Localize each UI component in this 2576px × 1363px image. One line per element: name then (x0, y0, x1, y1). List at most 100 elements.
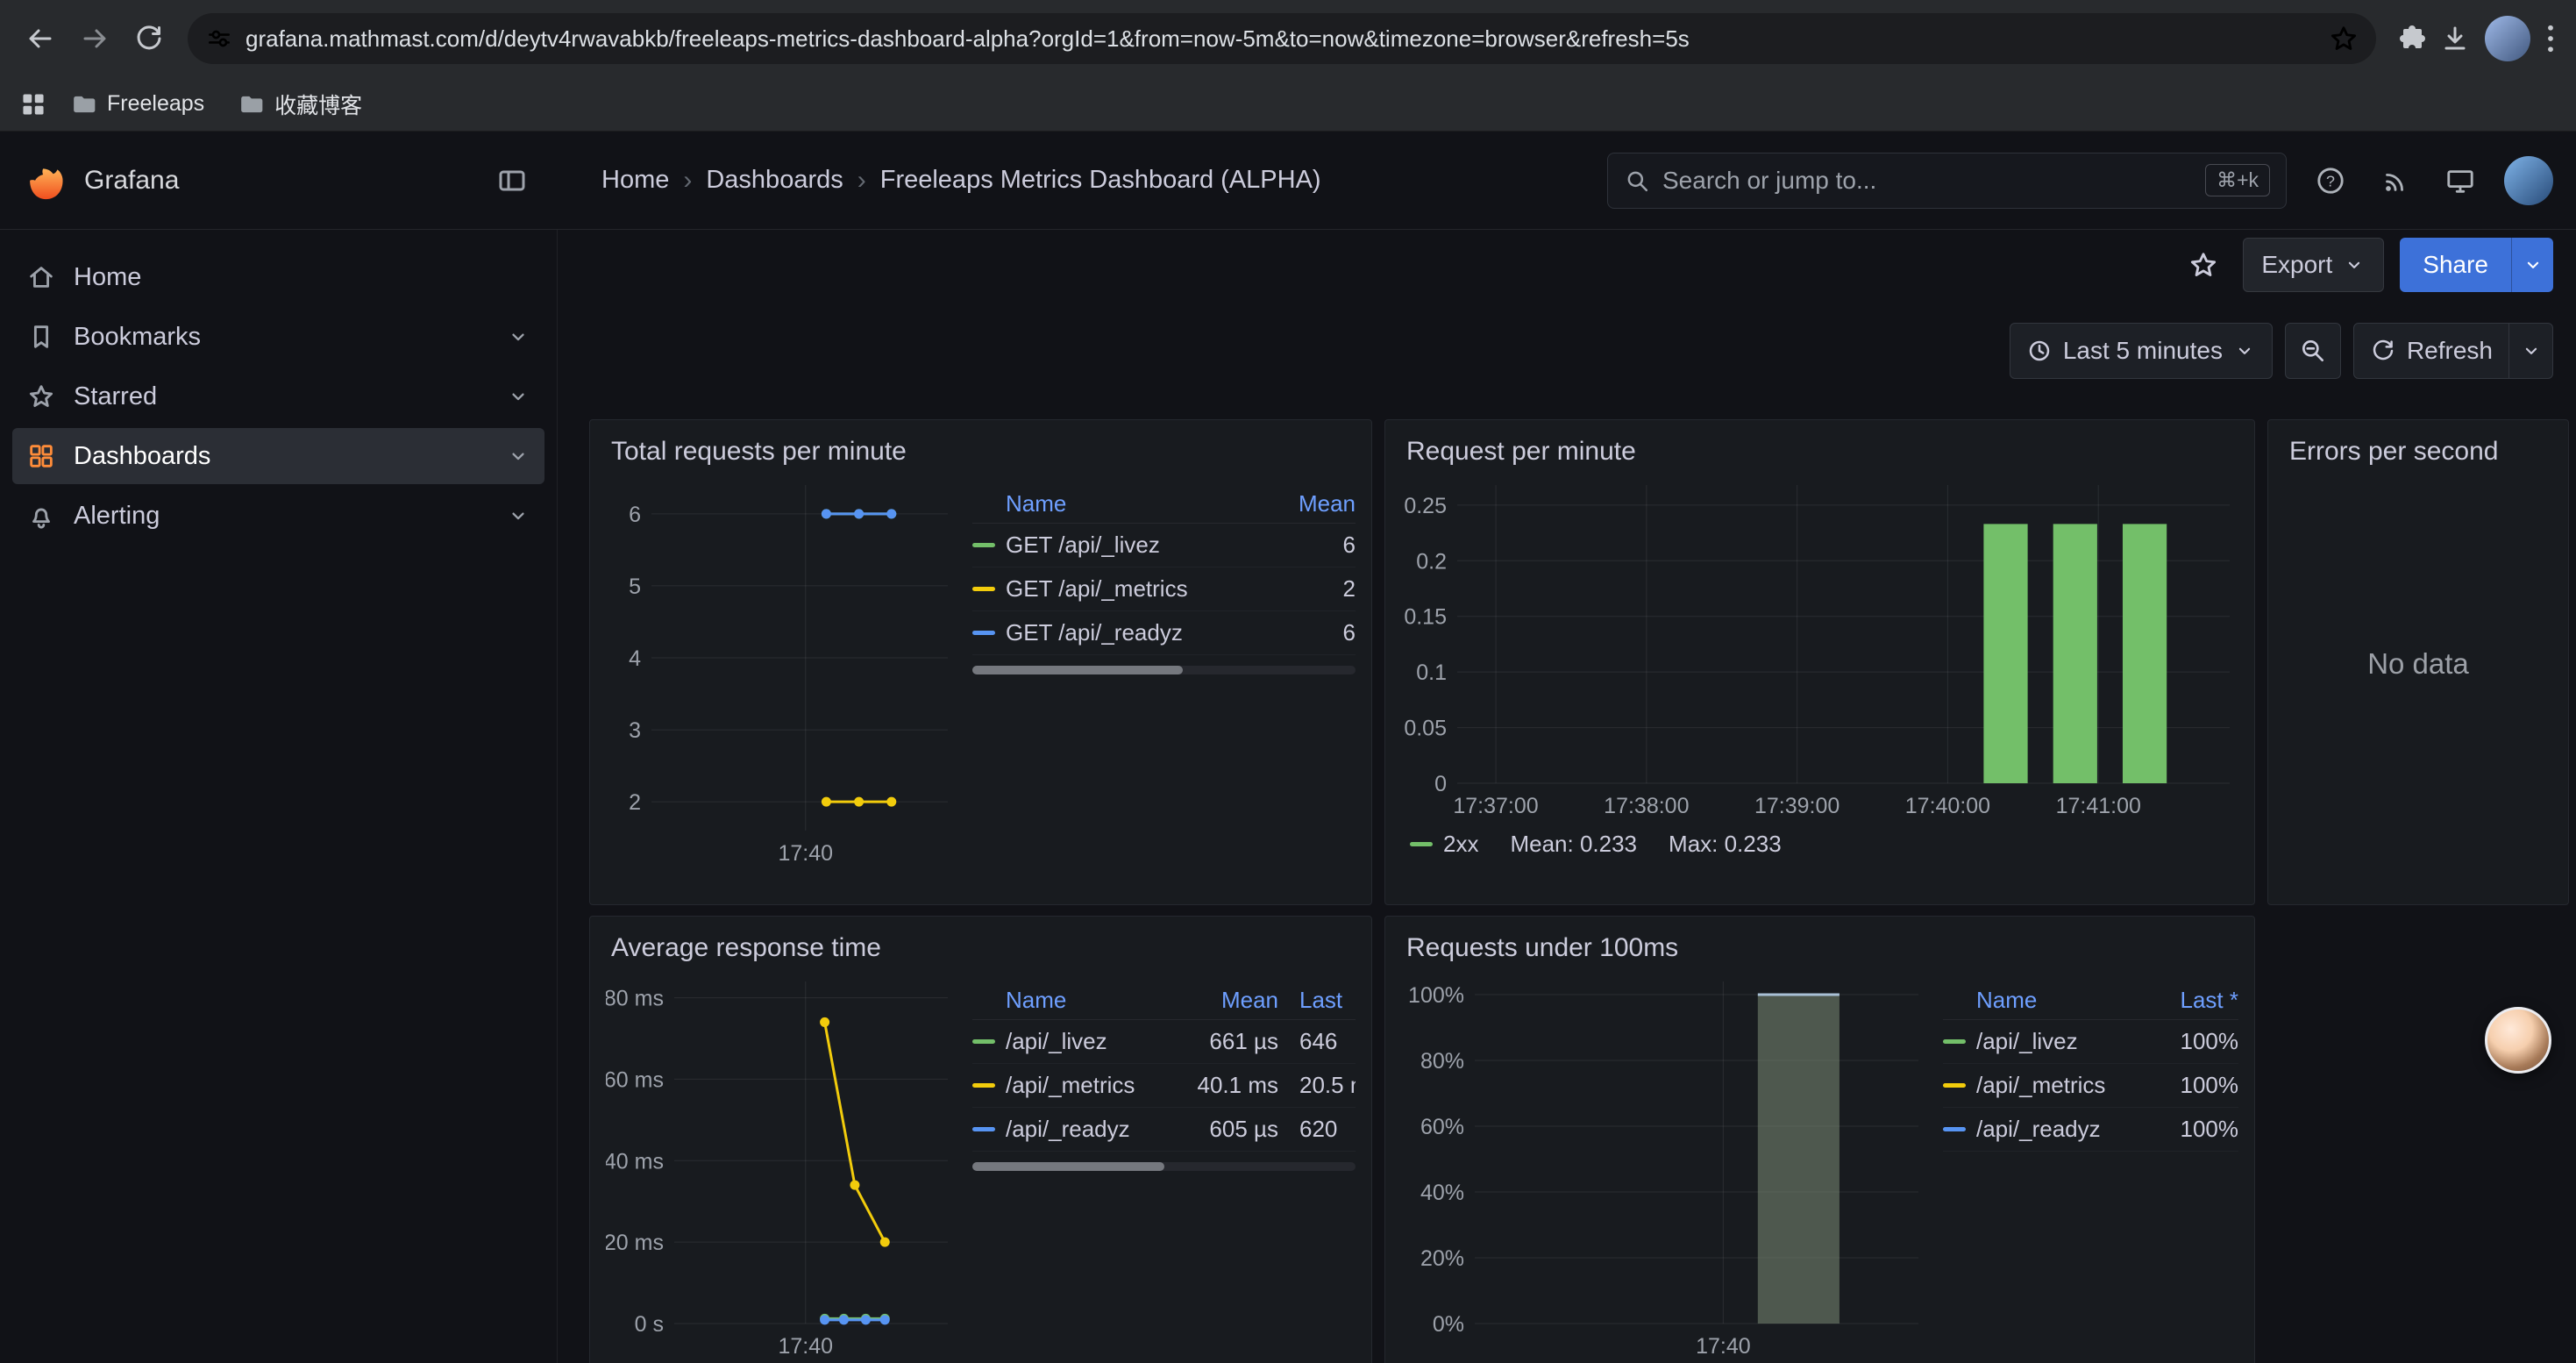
svg-text:0.15: 0.15 (1404, 605, 1447, 630)
series-name[interactable]: GET /api/_metrics (1006, 575, 1285, 603)
svg-text:20 ms: 20 ms (606, 1231, 664, 1255)
sidebar-item-alerting[interactable]: Alerting (12, 488, 544, 544)
breadcrumb-separator: › (683, 166, 692, 196)
series-last: 646 (1299, 1028, 1356, 1055)
legend-row: GET /api/_metrics 2 (972, 567, 1356, 611)
share-button[interactable]: Share (2400, 238, 2511, 292)
sidebar-item-bookmarks[interactable]: Bookmarks (12, 309, 544, 365)
legend-header-last[interactable]: Last * (2151, 987, 2238, 1014)
legend-header-mean[interactable]: Mean (1164, 987, 1278, 1014)
forward-button[interactable] (70, 14, 119, 63)
export-button[interactable]: Export (2243, 238, 2384, 292)
series-mean: 2 (1285, 575, 1356, 603)
panel-title[interactable]: Request per minute (1401, 432, 2238, 471)
star-icon (26, 382, 56, 411)
chevron-down-icon[interactable] (506, 444, 530, 468)
chevron-down-icon (2522, 253, 2544, 276)
back-button[interactable] (16, 14, 65, 63)
legend-scrollbar[interactable] (972, 1162, 1356, 1171)
dock-menu-button[interactable] (489, 158, 535, 203)
series-name[interactable]: /api/_livez (1006, 1028, 1164, 1055)
legend-row: GET /api/_readyz 6 (972, 611, 1356, 655)
star-icon (2188, 250, 2218, 280)
series-name[interactable]: GET /api/_readyz (1006, 619, 1285, 646)
search-input[interactable] (1662, 167, 2193, 195)
floating-avatar-button[interactable] (2485, 1007, 2551, 1074)
bookmark-folder-freeleaps[interactable]: Freeleaps (60, 84, 215, 125)
chevron-down-icon (2233, 339, 2256, 362)
refresh-interval-dropdown[interactable] (2509, 323, 2553, 379)
url-bar[interactable]: grafana.mathmast.com/d/deytv4rwavabkb/fr… (188, 13, 2376, 64)
breadcrumb: Home › Dashboards › Freeleaps Metrics Da… (601, 166, 1321, 196)
legend-row: GET /api/_livez 6 (972, 524, 1356, 567)
series-name[interactable]: GET /api/_livez (1006, 532, 1285, 559)
panel-title[interactable]: Errors per second (2284, 432, 2552, 471)
panel-total-requests-per-minute: Total requests per minute 6543217:40 Nam… (589, 419, 1372, 905)
series-name[interactable]: /api/_livez (1976, 1028, 2151, 1055)
help-button[interactable]: ? (2309, 160, 2352, 202)
grafana-main: Home Bookmarks Starred Dashboards (0, 230, 2576, 1363)
download-icon[interactable] (2439, 23, 2471, 54)
panel-title[interactable]: Average response time (606, 929, 1356, 967)
series-color-dash (972, 1127, 995, 1131)
series-color-dash (972, 543, 995, 547)
series-name[interactable]: /api/_metrics (1006, 1072, 1164, 1099)
legend-header-mean[interactable]: Mean (1285, 490, 1356, 517)
scrollbar-thumb[interactable] (972, 666, 1183, 674)
panel-grid: Total requests per minute 6543217:40 Nam… (589, 419, 2576, 1363)
scrollbar-thumb[interactable] (972, 1162, 1164, 1171)
series-name[interactable]: /api/_metrics (1976, 1072, 2151, 1099)
svg-text:17:40: 17:40 (1696, 1334, 1751, 1359)
request-per-minute-chart[interactable]: 0.250.20.150.10.05017:37:0017:38:0017:39… (1401, 471, 2238, 820)
svg-text:60%: 60% (1420, 1115, 1464, 1139)
refresh-button[interactable]: Refresh (2353, 323, 2509, 379)
breadcrumb-dashboards[interactable]: Dashboards (706, 166, 843, 195)
sidebar-item-starred[interactable]: Starred (12, 368, 544, 425)
total-requests-chart[interactable]: 6543217:40 (606, 471, 957, 867)
panel-title[interactable]: Total requests per minute (606, 432, 1356, 471)
legend-header-name[interactable]: Name (1006, 987, 1164, 1014)
browser-menu-icon[interactable] (2544, 21, 2557, 56)
site-info-icon[interactable] (205, 25, 233, 53)
legend-header-name[interactable]: Name (1976, 987, 2151, 1014)
series-name[interactable]: /api/_readyz (1976, 1116, 2151, 1143)
kiosk-mode-button[interactable] (2439, 160, 2481, 202)
share-dropdown-button[interactable] (2511, 238, 2553, 292)
legend-header-row: Name Mean (972, 485, 1356, 524)
export-label: Export (2261, 251, 2332, 279)
refresh-icon (2370, 338, 2396, 364)
bookmark-label: 收藏博客 (274, 89, 362, 120)
breadcrumb-home[interactable]: Home (601, 166, 669, 195)
requests-under-100ms-chart[interactable]: 100%80%60%40%20%0%17:40 (1401, 967, 1927, 1360)
sidebar-item-dashboards[interactable]: Dashboards (12, 428, 544, 484)
chevron-down-icon[interactable] (506, 325, 530, 349)
bookmark-star-icon[interactable] (2329, 24, 2359, 54)
legend-header-row: Name Last * (1943, 981, 2238, 1020)
no-data-message: No data (2367, 647, 2469, 681)
browser-profile-avatar[interactable] (2485, 16, 2530, 61)
time-range-picker[interactable]: Last 5 minutes (2010, 323, 2273, 379)
brand-label[interactable]: Grafana (84, 166, 179, 196)
sidebar-item-home[interactable]: Home (12, 249, 544, 305)
favorite-dashboard-button[interactable] (2180, 241, 2227, 289)
reload-button[interactable] (125, 14, 174, 63)
series-name[interactable]: /api/_readyz (1006, 1116, 1164, 1143)
svg-text:3: 3 (629, 718, 641, 743)
zoom-out-button[interactable] (2285, 323, 2341, 379)
legend-series[interactable]: 2xx (1410, 831, 1478, 858)
bookmark-folder-blogs[interactable]: 收藏博客 (227, 84, 373, 125)
search-box[interactable]: ⌘+k (1607, 153, 2287, 209)
chevron-down-icon[interactable] (506, 503, 530, 528)
apps-grid-icon[interactable] (19, 90, 47, 118)
extensions-icon[interactable] (2394, 23, 2425, 54)
legend-header-last[interactable]: Last (1299, 987, 1356, 1014)
panel-title[interactable]: Requests under 100ms (1401, 929, 2238, 967)
legend-scrollbar[interactable] (972, 666, 1356, 674)
news-button[interactable] (2374, 160, 2416, 202)
reload-icon (133, 23, 165, 54)
grafana-logo-icon[interactable] (23, 158, 68, 203)
legend-header-name[interactable]: Name (1006, 490, 1285, 517)
average-response-time-chart[interactable]: 80 ms60 ms40 ms20 ms0 s17:40 (606, 967, 957, 1360)
user-avatar[interactable] (2504, 156, 2553, 205)
chevron-down-icon[interactable] (506, 384, 530, 409)
